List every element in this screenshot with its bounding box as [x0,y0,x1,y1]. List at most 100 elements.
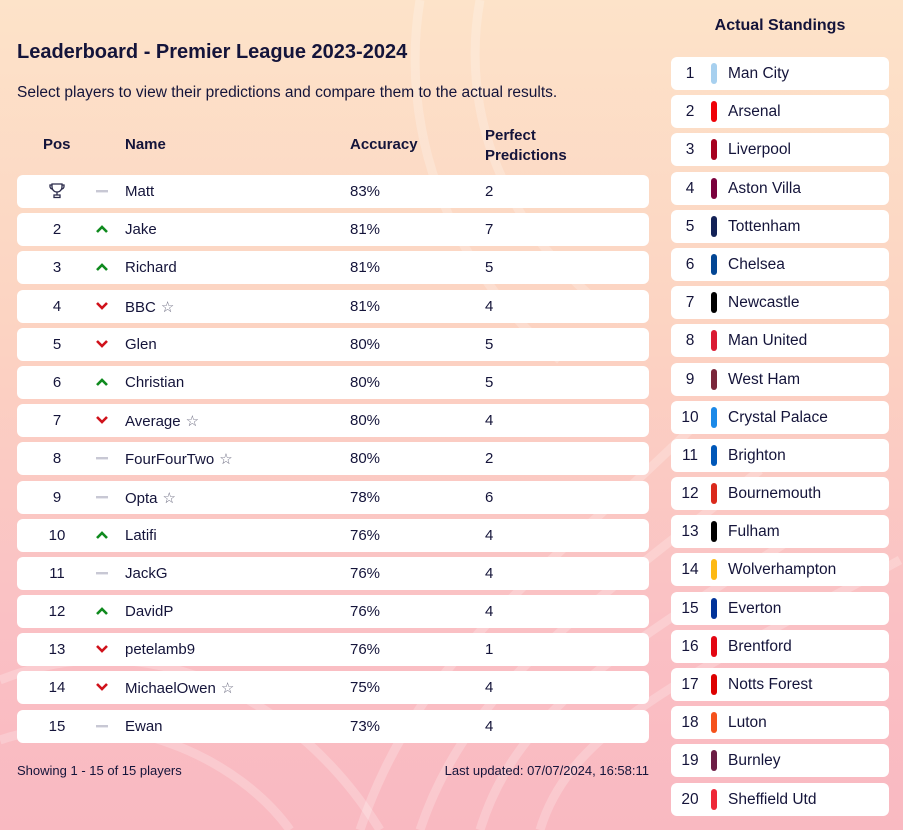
team-position: 9 [685,370,695,388]
accuracy-value: 76% [350,603,381,621]
chevron-up-icon [95,375,109,389]
table-row[interactable]: 15 Ewan 73% 4 [17,709,649,743]
team-name: Tottenham [728,217,801,235]
team-name: Liverpool [728,141,791,159]
team-name: Arsenal [728,103,781,121]
player-name: Jake [125,221,157,239]
leaderboard-rows: Matt 83% 2 2 Jake 81% 7 3 Richard 81% 5 4 BBC ☆ 81% 4 5 G… [17,175,649,748]
table-row[interactable]: 6 Christian 80% 5 [17,365,649,399]
column-header-pos[interactable]: Pos [43,136,71,153]
standings-item: 19 Burnley [671,744,889,778]
accuracy-value: 76% [350,526,381,544]
player-name-cell: FourFourTwo ☆ [125,450,233,468]
position-number: 9 [52,488,62,506]
player-name: Richard [125,259,177,277]
table-row[interactable]: 8 FourFourTwo ☆ 80% 2 [17,442,649,476]
table-row[interactable]: 7 Average ☆ 80% 4 [17,404,649,438]
player-name: Matt [125,183,155,200]
team-position: 15 [681,599,699,617]
player-name: Latifi [125,526,157,544]
perfect-predictions-value: 6 [485,488,494,506]
team-color-bar [711,674,717,695]
team-color-bar [711,292,717,314]
perfect-predictions-value: 4 [485,717,494,735]
dash-icon [95,184,109,198]
team-color-bar [711,750,717,772]
dash-icon [95,566,109,580]
team-position: 5 [685,217,695,235]
chevron-up-icon [95,604,109,618]
player-name: Average [125,413,181,431]
team-position: 2 [685,103,695,121]
table-row[interactable]: 12 DavidP 76% 4 [17,595,649,629]
perfect-predictions-value: 4 [485,679,494,697]
position-number: 14 [48,679,66,697]
team-color-bar [711,597,717,619]
team-name: Notts Forest [728,676,813,693]
column-header-accuracy[interactable]: Accuracy [350,136,418,153]
star-outline-icon: ☆ [185,413,200,431]
table-row[interactable]: 2 Jake 81% 7 [17,213,649,247]
team-name: Wolverhampton [728,561,837,579]
standings-item: 14 Wolverhampton [671,553,889,587]
chevron-up-icon [95,260,109,274]
team-color-bar [711,330,717,352]
standings-item: 9 West Ham [671,362,889,396]
standings-item: 6 Chelsea [671,247,889,281]
team-name: Bournemouth [728,485,822,503]
player-name-cell: BBC ☆ [125,298,174,316]
column-header-name[interactable]: Name [125,136,166,153]
table-row[interactable]: 9 Opta ☆ 78% 6 [17,480,649,514]
team-color-bar [711,444,717,466]
chevron-down-icon [95,642,109,656]
page-title: Leaderboard - Premier League 2023-2024 [17,41,408,63]
team-color-bar [711,406,717,428]
player-name: DavidP [125,603,174,621]
dash-icon [95,719,109,733]
standings-item: 17 Notts Forest [671,668,889,701]
table-row[interactable]: 4 BBC ☆ 81% 4 [17,289,649,323]
table-row[interactable]: 5 Glen 80% 5 [17,327,649,361]
team-name: Everton [728,599,782,617]
table-row[interactable]: 14 MichaelOwen ☆ 75% 4 [17,671,649,705]
standings-item: 5 Tottenham [671,209,889,243]
perfect-predictions-value: 2 [485,450,494,468]
perfect-predictions-value: 4 [485,526,494,544]
team-position: 16 [681,637,699,655]
standings-item: 15 Everton [671,591,889,625]
chevron-up-icon [95,222,109,236]
table-row[interactable]: 10 Latifi 76% 4 [17,518,649,552]
team-position: 17 [681,676,699,693]
team-color-bar [711,253,717,275]
player-name-cell: DavidP [125,603,173,620]
team-position: 13 [681,523,699,541]
team-name: Burnley [728,752,781,770]
player-name-cell: Average ☆ [125,412,199,430]
team-name: Aston Villa [728,179,801,197]
team-position: 7 [685,294,695,312]
table-row[interactable]: 3 Richard 81% 5 [17,251,649,285]
team-color-bar [711,368,717,390]
accuracy-value: 80% [350,335,381,353]
team-name: Crystal Palace [728,408,828,426]
team-color-bar [711,483,717,505]
perfect-predictions-value: 4 [485,564,494,582]
position-number: 8 [52,450,62,468]
team-color-bar [711,215,717,237]
team-name: Newcastle [728,294,800,312]
position-number: 7 [52,412,62,430]
table-row[interactable]: Matt 83% 2 [17,175,649,208]
accuracy-value: 76% [350,641,381,659]
player-name: Opta [125,489,158,507]
column-header-perfect-predictions[interactable]: Perfect Predictions [485,126,567,166]
position-number: 10 [48,526,66,544]
team-name: Luton [728,714,767,732]
standings-item: 20 Sheffield Utd [671,782,889,816]
position-number: 12 [48,603,66,621]
team-name: Sheffield Utd [728,790,817,808]
position-number: 2 [52,221,62,239]
accuracy-value: 81% [350,297,381,315]
table-row[interactable]: 13 petelamb9 76% 1 [17,633,649,667]
table-row[interactable]: 11 JackG 76% 4 [17,556,649,590]
team-position: 12 [681,485,699,503]
